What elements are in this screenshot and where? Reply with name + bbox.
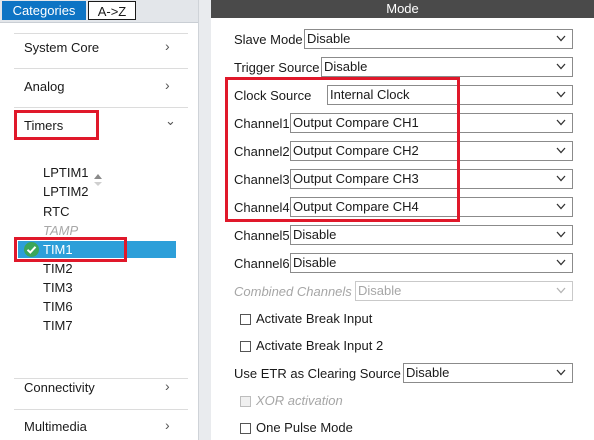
timer-item-rtc[interactable]: RTC bbox=[43, 204, 69, 219]
category-connectivity[interactable]: Connectivity bbox=[24, 380, 95, 395]
timer-item-lptim2[interactable]: LPTIM2 bbox=[43, 184, 89, 199]
trigger-source-label: Trigger Source bbox=[234, 60, 320, 75]
chevron-down-icon bbox=[556, 259, 566, 266]
timer-item-lptim1[interactable]: LPTIM1 bbox=[43, 165, 89, 180]
chevron-down-icon bbox=[556, 203, 566, 210]
category-system-core[interactable]: System Core bbox=[24, 40, 99, 55]
highlight-frame-tim1 bbox=[14, 237, 127, 262]
slave-mode-value: Disable bbox=[307, 31, 351, 46]
timer-item-tim7[interactable]: TIM7 bbox=[43, 318, 73, 333]
highlight-frame-clock-channels bbox=[225, 77, 460, 222]
trigger-source-select[interactable]: Disable bbox=[321, 57, 573, 77]
combined-channels-value: Disable bbox=[358, 283, 402, 298]
panel-splitter[interactable] bbox=[198, 0, 211, 440]
slave-mode-select[interactable]: Disable bbox=[304, 29, 573, 49]
category-divider bbox=[14, 378, 188, 379]
use-etr-value: Disable bbox=[406, 365, 450, 380]
trigger-source-value: Disable bbox=[324, 59, 368, 74]
activate-break-input-label: Activate Break Input bbox=[256, 311, 373, 326]
timer-item-tamp: TAMP bbox=[43, 223, 79, 238]
tab-a-to-z[interactable]: A->Z bbox=[88, 1, 136, 20]
category-list: System Core › Analog › Timers ⌄ LPTIM1 L… bbox=[0, 23, 188, 440]
chevron-down-icon bbox=[556, 231, 566, 238]
chevron-down-icon bbox=[556, 369, 566, 376]
activate-break-input-2-label: Activate Break Input 2 bbox=[256, 338, 384, 353]
channel6-label: Channel6 bbox=[234, 256, 290, 271]
category-divider bbox=[14, 107, 188, 108]
channel6-value: Disable bbox=[293, 255, 337, 270]
activate-break-input-2-checkbox[interactable] bbox=[240, 341, 251, 352]
combined-channels-label: Combined Channels bbox=[234, 284, 352, 299]
highlight-frame-timers bbox=[14, 110, 99, 140]
slave-mode-label: Slave Mode bbox=[234, 32, 303, 47]
mode-header: Mode bbox=[211, 0, 594, 18]
chevron-down-icon[interactable]: ⌄ bbox=[165, 113, 176, 129]
one-pulse-mode-checkbox[interactable] bbox=[240, 423, 251, 434]
timer-item-tim2[interactable]: TIM2 bbox=[43, 261, 73, 276]
channel6-select[interactable]: Disable bbox=[290, 253, 573, 273]
category-tab-bar: Categories A->Z bbox=[0, 0, 198, 23]
category-divider bbox=[14, 33, 188, 34]
chevron-down-icon bbox=[556, 63, 566, 70]
one-pulse-mode-label: One Pulse Mode bbox=[256, 420, 353, 435]
channel5-label: Channel5 bbox=[234, 228, 290, 243]
categories-panel: Categories A->Z System Core › Analog › T… bbox=[0, 0, 198, 440]
category-divider bbox=[14, 409, 188, 410]
chevron-down-icon bbox=[556, 119, 566, 126]
timer-item-tim3[interactable]: TIM3 bbox=[43, 280, 73, 295]
chevron-down-icon bbox=[556, 35, 566, 42]
category-analog[interactable]: Analog bbox=[24, 79, 64, 94]
use-etr-label: Use ETR as Clearing Source bbox=[234, 366, 401, 381]
use-etr-select[interactable]: Disable bbox=[403, 363, 573, 383]
xor-activation-checkbox bbox=[240, 396, 251, 407]
activate-break-input-checkbox[interactable] bbox=[240, 314, 251, 325]
chevron-down-icon bbox=[556, 147, 566, 154]
channel5-value: Disable bbox=[293, 227, 337, 242]
timer-item-tim6[interactable]: TIM6 bbox=[43, 299, 73, 314]
sort-icon[interactable] bbox=[93, 173, 103, 187]
xor-activation-label: XOR activation bbox=[256, 393, 343, 408]
chevron-right-icon[interactable]: › bbox=[165, 77, 170, 93]
category-divider bbox=[14, 68, 188, 69]
category-multimedia[interactable]: Multimedia bbox=[24, 419, 87, 434]
combined-channels-select: Disable bbox=[355, 281, 573, 301]
chevron-right-icon[interactable]: › bbox=[165, 417, 170, 433]
chevron-down-icon bbox=[556, 287, 566, 294]
chevron-right-icon[interactable]: › bbox=[165, 38, 170, 54]
channel5-select[interactable]: Disable bbox=[290, 225, 573, 245]
chevron-right-icon[interactable]: › bbox=[165, 378, 170, 394]
tab-categories[interactable]: Categories bbox=[2, 1, 86, 20]
mode-panel: Mode Slave Mode Disable Trigger Source D… bbox=[211, 0, 594, 440]
chevron-down-icon bbox=[556, 91, 566, 98]
chevron-down-icon bbox=[556, 175, 566, 182]
